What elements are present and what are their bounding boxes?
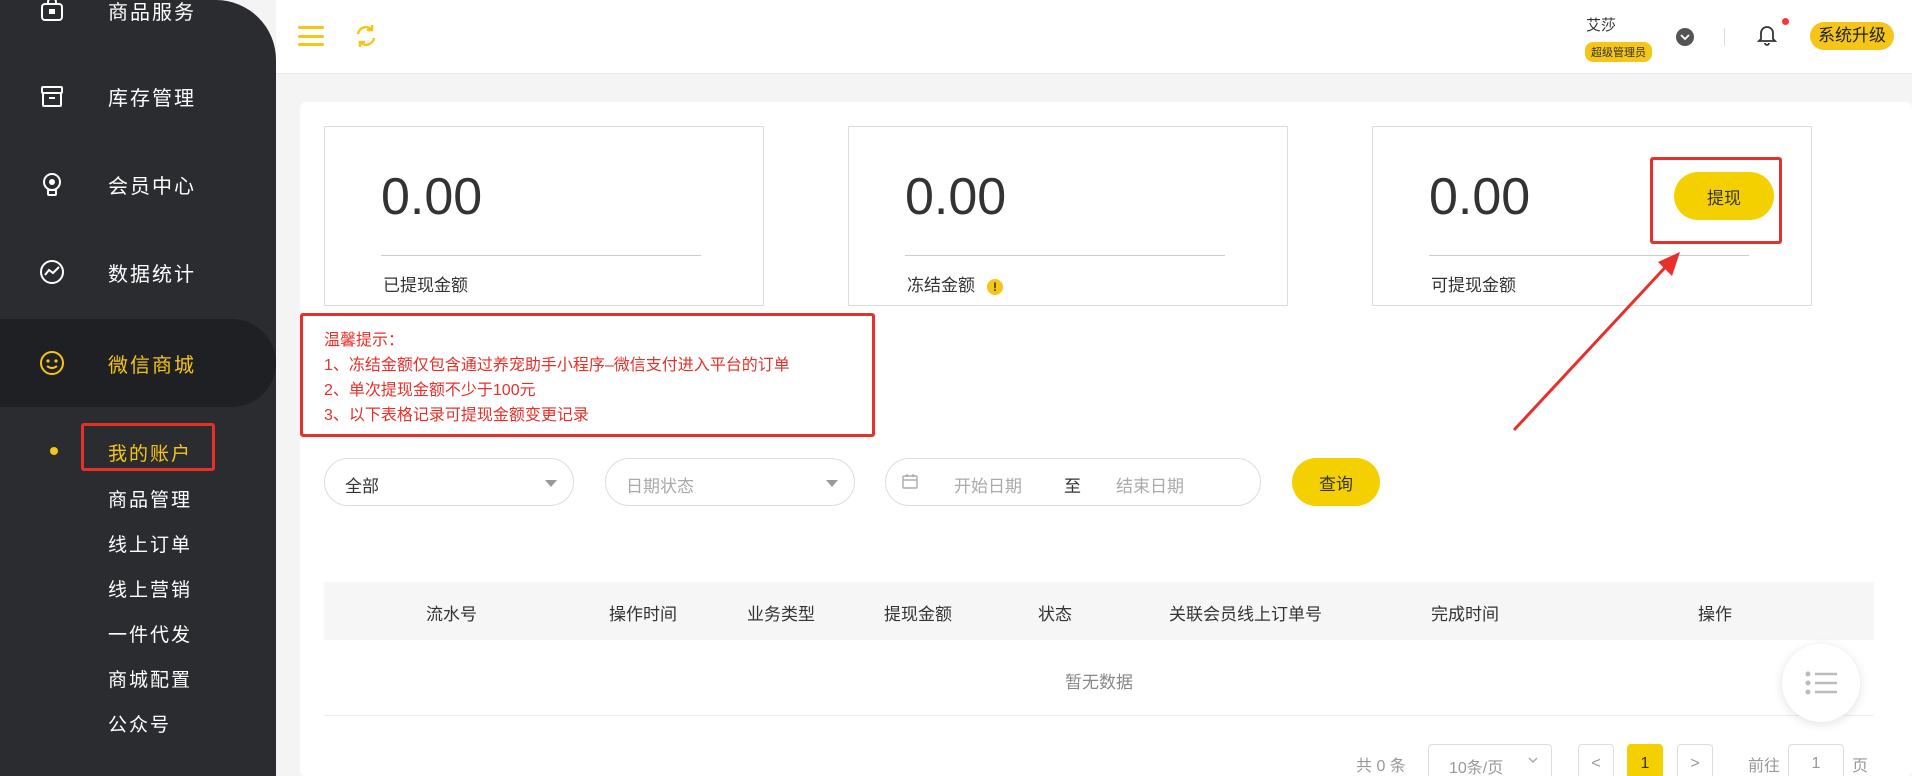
notification-dot <box>1782 18 1789 25</box>
page-number-current[interactable]: 1 <box>1627 744 1663 776</box>
nav-label: 微信商城 <box>108 354 196 377</box>
active-dot <box>50 447 58 455</box>
calendar-icon <box>902 473 918 494</box>
list-menu-icon[interactable] <box>1782 644 1860 722</box>
page-size-select[interactable]: 10条/页 <box>1428 744 1552 776</box>
annotation-arrow <box>1512 252 1680 432</box>
pagination-total: 共 0 条 <box>1356 758 1406 775</box>
nav-item-member-center[interactable]: 会员中心 <box>0 140 276 228</box>
sub-item-dropshipping[interactable]: 一件代发 <box>108 620 192 647</box>
chart-icon <box>38 258 66 286</box>
sub-item-mall-config[interactable]: 商城配置 <box>108 665 192 692</box>
system-upgrade-button[interactable]: 系统升级 <box>1810 22 1894 50</box>
withdrawn-amount: 0.00 <box>381 168 483 226</box>
column-header: 状态 <box>1038 605 1072 624</box>
withdrawn-amount-label: 已提现金额 <box>383 276 468 295</box>
bag-icon <box>38 0 66 24</box>
date-status-select[interactable]: 日期状态 <box>605 458 855 506</box>
nav-item-wechat-mall[interactable]: 微信商城 <box>0 319 276 407</box>
table-header: 流水号 操作时间 业务类型 提现金额 状态 关联会员线上订单号 完成时间 操作 <box>324 582 1874 640</box>
end-date-input[interactable]: 结束日期 <box>1116 472 1184 497</box>
frozen-amount-label: 冻结金额 <box>907 276 975 295</box>
page-suffix: 页 <box>1852 758 1869 775</box>
warm-tips: 温馨提示： 1、冻结金额仅包含通过养宠助手小程序–微信支付进入平台的订单 2、单… <box>324 328 790 428</box>
caret-down-icon <box>545 480 557 487</box>
column-header: 业务类型 <box>747 605 815 624</box>
divider <box>1724 28 1725 46</box>
annotation-box-my-account <box>81 423 215 471</box>
user-role-badge: 超级管理员 <box>1585 42 1652 62</box>
column-header: 提现金额 <box>884 605 952 624</box>
goto-label: 前往 <box>1748 758 1781 775</box>
column-header: 完成时间 <box>1431 605 1499 624</box>
column-header: 操作时间 <box>609 605 677 624</box>
notice-title: 温馨提示： <box>324 332 405 349</box>
refresh-icon[interactable] <box>352 22 380 50</box>
nav-label: 会员中心 <box>108 175 196 198</box>
nav-item-product-service[interactable]: 商品服务 <box>0 0 276 54</box>
member-icon <box>38 170 66 198</box>
chevron-down-icon[interactable] <box>1676 28 1694 46</box>
date-range-picker[interactable]: 开始日期 至 结束日期 <box>885 458 1261 506</box>
notice-line: 3、以下表格记录可提现金额变更记录 <box>324 407 589 424</box>
table-empty-row: 暂无数据 <box>324 640 1874 716</box>
inventory-icon <box>38 82 66 110</box>
date-status-placeholder: 日期状态 <box>626 477 694 496</box>
date-range-separator: 至 <box>1064 477 1081 496</box>
frozen-amount-card: 0.00 冻结金额! <box>848 126 1288 306</box>
type-select-value: 全部 <box>345 477 379 496</box>
caret-down-icon <box>826 480 838 487</box>
nav-label: 商品服务 <box>108 1 196 24</box>
query-button[interactable]: 查询 <box>1292 458 1380 506</box>
warning-icon[interactable]: ! <box>987 278 1003 295</box>
goto-page-input[interactable]: 1 <box>1788 744 1844 776</box>
frozen-amount: 0.00 <box>905 168 1007 226</box>
nav-label: 数据统计 <box>108 263 196 286</box>
bell-icon[interactable] <box>1756 22 1778 46</box>
next-page-button[interactable]: > <box>1677 744 1713 776</box>
card-divider <box>905 255 1225 256</box>
page-size-value: 10条/页 <box>1449 760 1504 776</box>
start-date-input[interactable]: 开始日期 <box>954 472 1022 497</box>
column-header: 关联会员线上订单号 <box>1169 605 1322 624</box>
frozen-amount-label-wrap: 冻结金额! <box>907 271 1003 296</box>
sidebar: 商品服务 库存管理 会员中心 数据统计 微信商城 我的账户 商品管理 线上订单 … <box>0 0 276 776</box>
top-header: 艾莎 超级管理员 系统升级 <box>276 0 1912 74</box>
sub-item-online-orders[interactable]: 线上订单 <box>108 530 192 557</box>
user-name[interactable]: 艾莎 <box>1586 14 1616 35</box>
column-header: 流水号 <box>426 605 477 624</box>
notice-line: 1、冻结金额仅包含通过养宠助手小程序–微信支付进入平台的订单 <box>324 357 790 374</box>
wechat-icon <box>38 349 66 377</box>
column-header: 操作 <box>1698 605 1732 624</box>
sub-item-online-marketing[interactable]: 线上营销 <box>108 575 192 602</box>
empty-text: 暂无数据 <box>1065 673 1133 692</box>
prev-page-button[interactable]: < <box>1578 744 1614 776</box>
type-select[interactable]: 全部 <box>324 458 574 506</box>
card-divider <box>381 255 701 256</box>
nav-label: 库存管理 <box>108 87 196 110</box>
menu-toggle-icon[interactable] <box>298 26 324 46</box>
withdrawn-amount-card: 0.00 已提现金额 <box>324 126 764 306</box>
available-amount: 0.00 <box>1429 168 1531 226</box>
chevron-down-icon <box>1527 753 1539 771</box>
sub-item-product-management[interactable]: 商品管理 <box>108 485 192 512</box>
nav-item-statistics[interactable]: 数据统计 <box>0 228 276 316</box>
annotation-box-withdraw <box>1650 157 1782 244</box>
notice-line: 2、单次提现金额不少于100元 <box>324 382 536 399</box>
nav-item-inventory[interactable]: 库存管理 <box>0 52 276 140</box>
sub-item-official-account[interactable]: 公众号 <box>108 710 171 737</box>
